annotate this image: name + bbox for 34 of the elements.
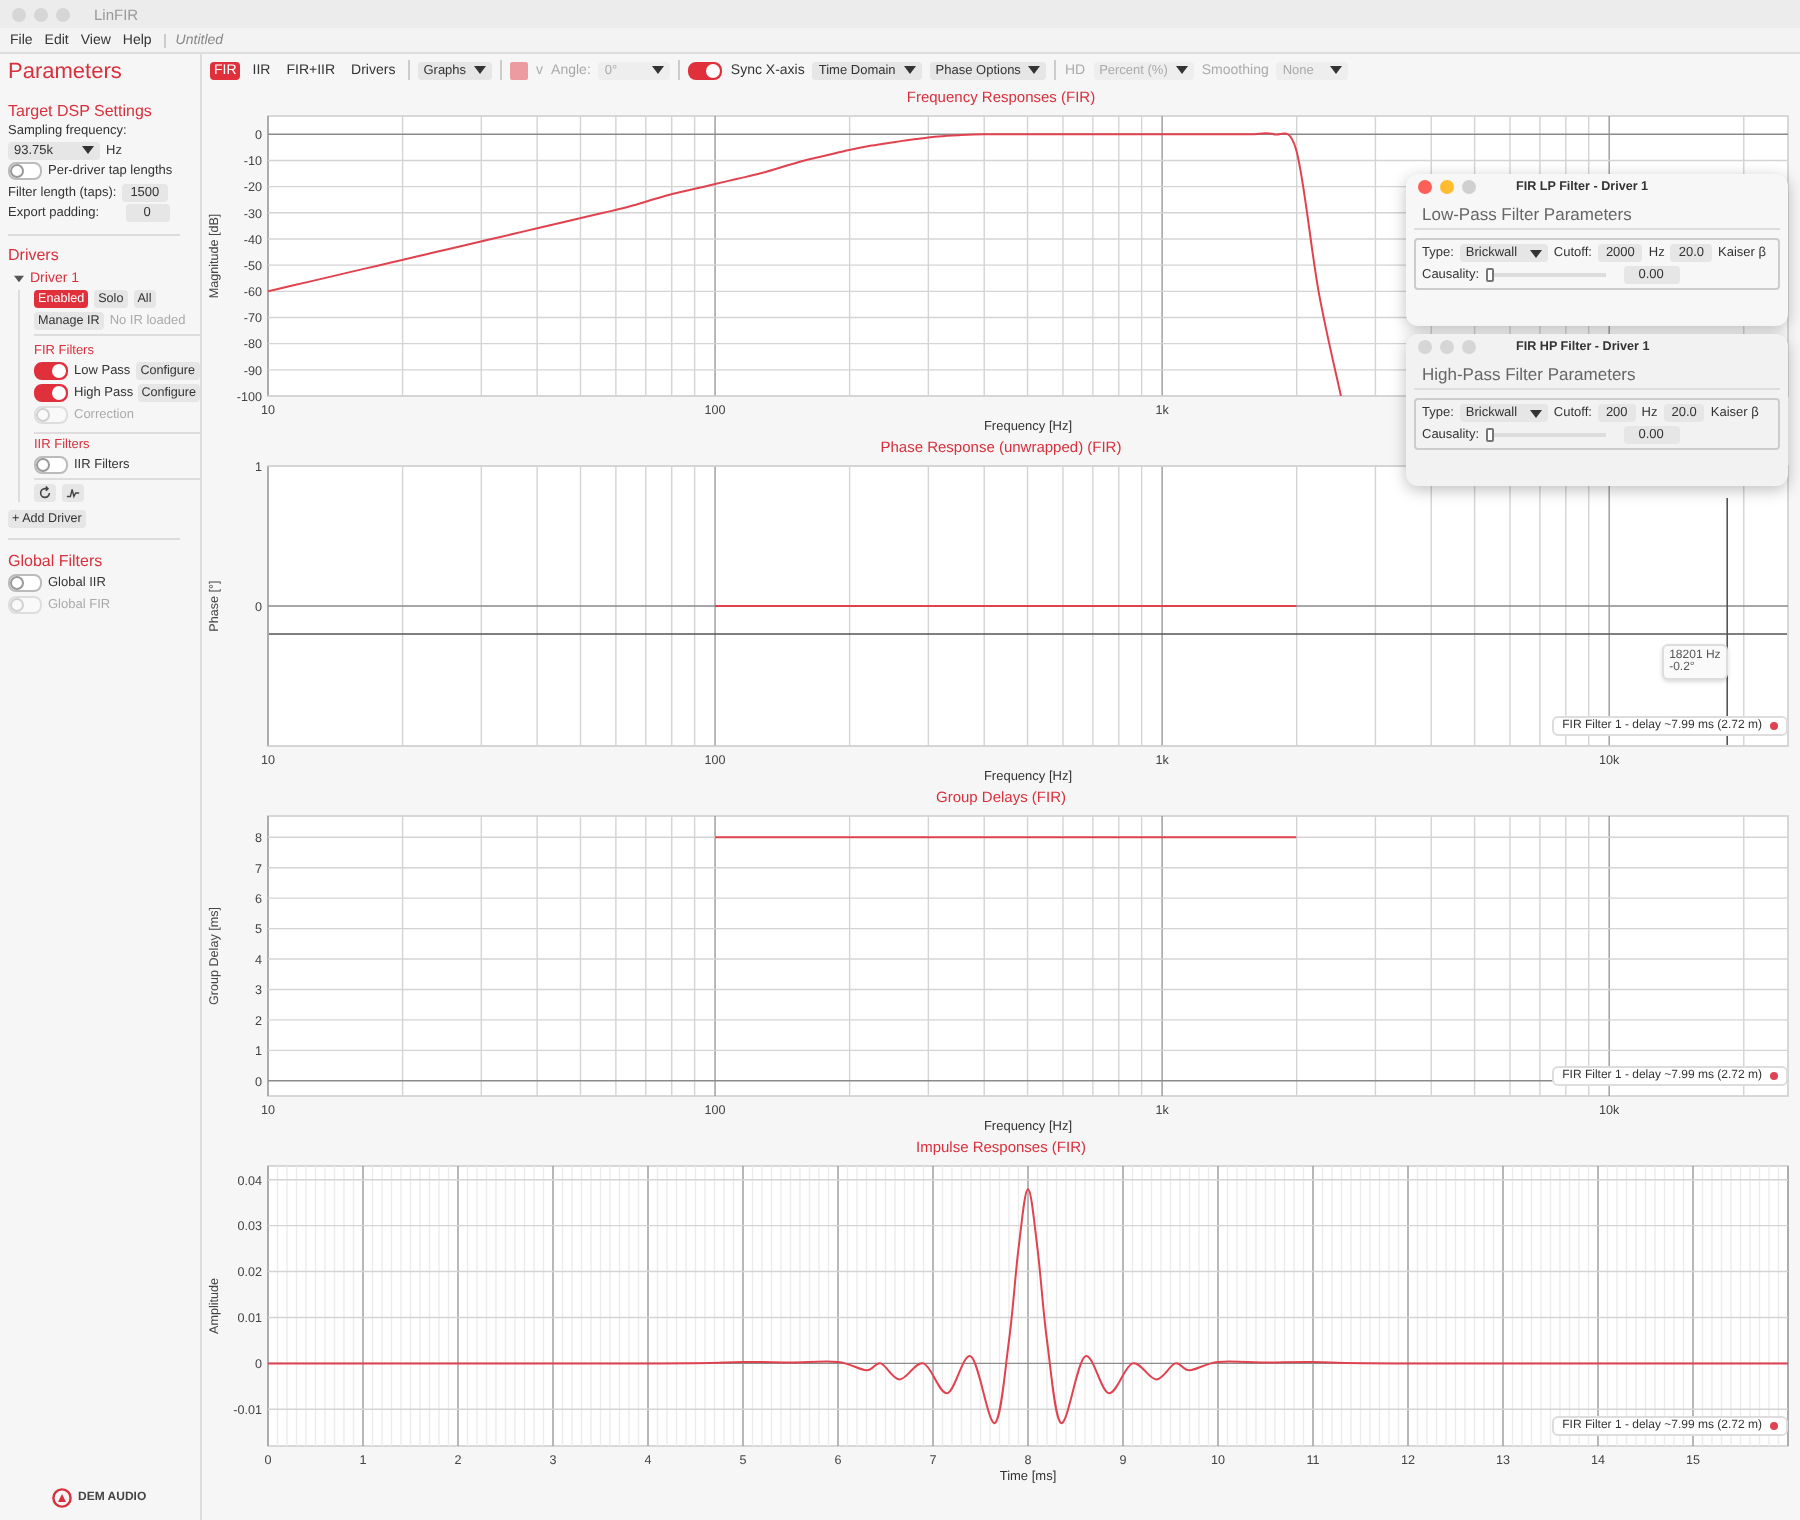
section-heading: Drivers: [8, 246, 61, 264]
caret-icon: [474, 66, 487, 74]
slider-thumb[interactable]: [1485, 268, 1494, 282]
dialog-heading: High-Pass Filter Parameters: [1414, 358, 1780, 390]
caret-icon: [1529, 249, 1542, 257]
slider-track[interactable]: [1485, 428, 1606, 442]
expand-caret-icon[interactable]: [14, 273, 24, 283]
caret-icon: [1529, 409, 1542, 417]
slider-thumb[interactable]: [1485, 428, 1494, 442]
caret-icon: [1028, 66, 1041, 74]
caret-icon: [903, 66, 916, 74]
refresh-icon: [38, 486, 52, 500]
window-control-icon[interactable]: [1418, 179, 1432, 193]
window-control-icon[interactable]: [1440, 179, 1454, 193]
tools-button[interactable]: [62, 484, 84, 502]
toggle-switch[interactable]: [34, 362, 68, 380]
caret-icon: [652, 66, 665, 74]
toggle-switch[interactable]: [8, 574, 42, 592]
caret-icon: [1330, 66, 1343, 74]
section-heading: Target DSP Settings: [8, 101, 154, 119]
slider-track[interactable]: [1485, 268, 1606, 282]
caret-icon: [1175, 66, 1188, 74]
panel-title: Parameters: [8, 60, 124, 84]
toggle-switch[interactable]: [8, 162, 42, 180]
waveform-icon: [66, 486, 80, 500]
window-control-icon[interactable]: [1462, 179, 1476, 193]
refresh-button[interactable]: [34, 484, 56, 502]
section-heading: Global Filters: [8, 551, 105, 569]
caret-icon: [82, 146, 94, 154]
toggle-switch[interactable]: [34, 384, 68, 402]
dialog-heading: Low-Pass Filter Parameters: [1414, 198, 1780, 230]
toggle-switch[interactable]: [34, 456, 68, 474]
toggle-switch[interactable]: [688, 61, 723, 79]
logo-icon: [52, 1488, 72, 1508]
